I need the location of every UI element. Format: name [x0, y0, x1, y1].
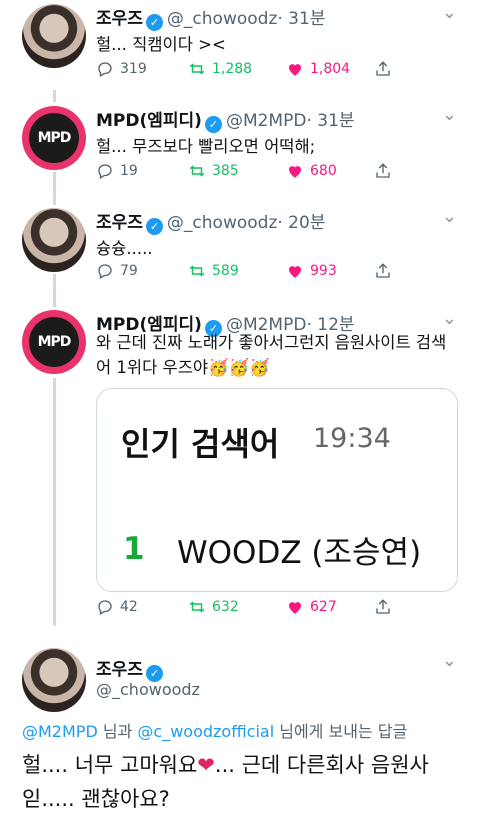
- tweet-time[interactable]: · 31분: [306, 111, 354, 131]
- like-count: 1,804: [310, 61, 351, 77]
- share-icon: [376, 599, 390, 614]
- main-tweet-header: 조우즈 ✓: [96, 655, 167, 682]
- tweet-text: 헐... 무즈보다 빨리오면 어떡해;: [96, 137, 316, 156]
- avatar[interactable]: [22, 648, 86, 712]
- tweet[interactable]: MPD MPD(엠피디) ✓ @M2MPD· 31분 ⌄ 헐... 무즈보다 빨리오…: [0, 102, 480, 202]
- more-options-icon[interactable]: ⌄: [442, 2, 458, 23]
- avatar[interactable]: MPD: [22, 106, 86, 170]
- share-button[interactable]: [374, 60, 392, 78]
- mpd-logo: MPD: [29, 113, 79, 163]
- share-icon: [376, 163, 390, 178]
- replying-to: @M2MPD 님과 @c_woodzofficial 님에게 보내는 답글: [22, 722, 408, 741]
- author-handle[interactable]: @_chowoodz: [96, 680, 200, 699]
- like-count: 627: [310, 599, 337, 615]
- reply-button[interactable]: 79: [96, 262, 138, 280]
- reply-count: 42: [120, 599, 138, 615]
- tweet-header: MPD(엠피디) ✓ @M2MPD· 31분: [96, 106, 355, 133]
- retweet-icon: [189, 165, 205, 177]
- tweet-text: 와 근데 진짜 노래가 좋아서그런지 음원사이트 검색어 1위다 우즈야🥳🥳🥳: [96, 333, 447, 377]
- card-search-term: WOODZ (조승연): [177, 535, 422, 571]
- reply-icon: [98, 600, 112, 615]
- reply-button[interactable]: 319: [96, 60, 147, 78]
- retweet-icon: [189, 265, 205, 277]
- author-name[interactable]: MPD(엠피디): [96, 111, 202, 131]
- more-options-icon[interactable]: ⌄: [442, 104, 458, 125]
- share-icon: [376, 61, 390, 76]
- tweet-text: 슝슝.....: [96, 239, 153, 258]
- avatar[interactable]: MPD: [22, 310, 86, 374]
- reply-icon: [98, 62, 112, 77]
- author-name[interactable]: 조우즈: [96, 213, 143, 233]
- reply-count: 19: [120, 163, 138, 179]
- more-options-icon[interactable]: ⌄: [442, 650, 458, 671]
- author-name[interactable]: 조우즈: [96, 660, 143, 680]
- author-handle[interactable]: @_chowoodz: [167, 213, 277, 233]
- author-handle[interactable]: @M2MPD: [226, 111, 307, 131]
- more-options-icon[interactable]: ⌄: [442, 206, 458, 227]
- reply-icon: [98, 164, 112, 179]
- like-button[interactable]: 1,804: [286, 60, 350, 78]
- share-button[interactable]: [374, 162, 392, 180]
- image-card[interactable]: 인기 검색어 19:34 1 WOODZ (조승연): [96, 388, 458, 592]
- mention-link[interactable]: @c_woodzofficial: [137, 722, 274, 741]
- reply-count: 319: [120, 61, 147, 77]
- retweet-button[interactable]: 632: [188, 598, 239, 616]
- heart-icon: [289, 266, 301, 278]
- heart-icon: [289, 602, 301, 614]
- retweet-count: 589: [212, 263, 239, 279]
- reply-count: 79: [120, 263, 138, 279]
- tweet-header: 조우즈 ✓ @_chowoodz· 20분: [96, 208, 325, 235]
- more-options-icon[interactable]: ⌄: [442, 308, 458, 329]
- verified-badge-icon: ✓: [204, 116, 222, 133]
- like-button[interactable]: 680: [286, 162, 337, 180]
- retweet-icon: [189, 601, 205, 613]
- like-count: 680: [310, 163, 337, 179]
- tweet[interactable]: 조우즈 ✓ @_chowoodz· 20분 ⌄ 슝슝..... 79 589 993: [0, 204, 480, 304]
- share-button[interactable]: [374, 598, 392, 616]
- card-time: 19:34: [313, 423, 391, 454]
- like-button[interactable]: 993: [286, 262, 337, 280]
- reply-button[interactable]: 42: [96, 598, 138, 616]
- verified-badge-icon: ✓: [145, 14, 163, 31]
- author-name[interactable]: 조우즈: [96, 9, 143, 29]
- retweet-button[interactable]: 385: [188, 162, 239, 180]
- share-icon: [376, 263, 390, 278]
- main-tweet-text: 헐.... 너무 고마워요❤... 근데 다른회사 음원사읻..... 괜찮아요…: [22, 753, 429, 811]
- tweet[interactable]: 조우즈 ✓ @_chowoodz· 31분 ⌄ 헐... 직캠이다 >< 319 1…: [0, 0, 480, 100]
- retweet-button[interactable]: 589: [188, 262, 239, 280]
- card-rank: 1: [123, 531, 145, 567]
- share-button[interactable]: [374, 262, 392, 280]
- retweet-count: 385: [212, 163, 239, 179]
- tweet[interactable]: MPD MPD(엠피디) ✓ @M2MPD· 12분 ⌄ 와 근데 진짜 노래가 좋…: [0, 306, 480, 636]
- card-title: 인기 검색어: [121, 425, 280, 463]
- tweet-actions: 42 632 627: [96, 598, 396, 622]
- mention-link[interactable]: @M2MPD: [22, 722, 98, 741]
- heart-icon: [289, 64, 301, 76]
- heart-icon: [289, 166, 301, 178]
- tweet-time[interactable]: · 31분: [277, 9, 325, 29]
- author-handle[interactable]: @_chowoodz: [167, 9, 277, 29]
- like-count: 993: [310, 263, 337, 279]
- tweet-actions: 19 385 680: [96, 162, 396, 186]
- like-button[interactable]: 627: [286, 598, 337, 616]
- mpd-logo: MPD: [29, 317, 79, 367]
- tweet-header: 조우즈 ✓ @_chowoodz· 31분: [96, 4, 325, 31]
- tweet-actions: 319 1,288 1,804: [96, 60, 396, 84]
- retweet-count: 632: [212, 599, 239, 615]
- tweet-text: 헐... 직캠이다 ><: [96, 35, 226, 54]
- tweet-actions: 79 589 993: [96, 262, 396, 286]
- retweet-button[interactable]: 1,288: [188, 60, 252, 78]
- retweet-count: 1,288: [212, 61, 253, 77]
- tweet-time[interactable]: · 20분: [277, 213, 325, 233]
- reply-icon: [98, 264, 112, 279]
- avatar[interactable]: [22, 208, 86, 272]
- verified-badge-icon: ✓: [145, 218, 163, 235]
- avatar[interactable]: [22, 4, 86, 68]
- red-heart-icon: ❤: [197, 753, 215, 777]
- retweet-icon: [189, 63, 205, 75]
- reply-button[interactable]: 19: [96, 162, 138, 180]
